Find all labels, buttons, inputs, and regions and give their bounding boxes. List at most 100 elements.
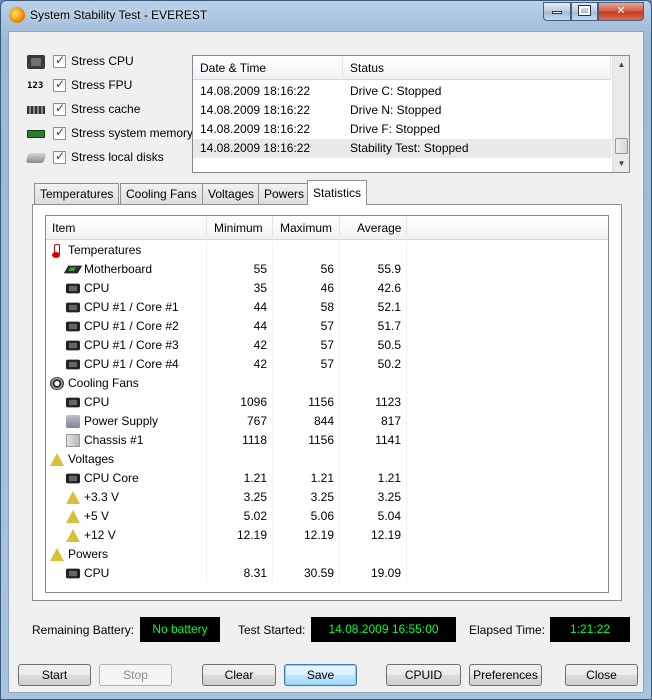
log-column-status[interactable]: Status (343, 56, 611, 80)
minimize-button[interactable] (543, 2, 571, 21)
stress-cpu-checkbox[interactable] (53, 53, 66, 68)
item-label: Cooling Fans (68, 376, 139, 390)
maximum-value: 5.06 (273, 507, 340, 526)
log-column-datetime[interactable]: Date & Time (193, 56, 343, 80)
statistics-group-row[interactable]: Voltages (46, 450, 608, 469)
tab-powers[interactable]: Powers (258, 183, 311, 204)
minimum-value: 44 (207, 298, 273, 317)
average-value: 12.19 (340, 526, 407, 545)
column-maximum[interactable]: Maximum (273, 216, 340, 240)
voltage-icon (66, 510, 80, 523)
stress-fpu-option[interactable]: 123 Stress FPU (27, 77, 197, 97)
stress-memory-checkbox[interactable] (53, 125, 66, 140)
stress-disks-option[interactable]: Stress local disks (25, 149, 197, 169)
stress-memory-label: Stress system memory (71, 126, 194, 140)
cpuid-button[interactable]: CPUID (386, 664, 461, 686)
window-title: System Stability Test - EVEREST (30, 8, 208, 22)
stress-cache-option[interactable]: Stress cache (27, 101, 197, 121)
log-row[interactable]: 14.08.2009 18:16:22 Drive C: Stopped (193, 82, 611, 101)
item-label: CPU (84, 281, 110, 295)
statistics-row[interactable]: Chassis #1 1118 1156 1141 (46, 431, 608, 450)
tab-voltages[interactable]: Voltages (202, 183, 261, 204)
statistics-header: Item Minimum Maximum Average (46, 216, 608, 240)
average-value: 817 (340, 412, 407, 431)
scroll-down-icon[interactable]: ▼ (613, 155, 630, 172)
stress-cache-checkbox[interactable] (53, 101, 66, 116)
average-value (340, 241, 407, 260)
statistics-row[interactable]: CPU 35 46 42.6 (46, 279, 608, 298)
start-button[interactable]: Start (18, 664, 91, 686)
log-row-selected[interactable]: 14.08.2009 18:16:22 Stability Test: Stop… (193, 139, 611, 158)
column-minimum[interactable]: Minimum (207, 216, 273, 240)
minimum-value: 55 (207, 260, 273, 279)
stress-memory-option[interactable]: Stress system memory (27, 125, 197, 145)
tab-temperatures[interactable]: Temperatures (34, 183, 120, 204)
column-average[interactable]: Average (340, 216, 407, 240)
statistics-row[interactable]: CPU #1 / Core #3 42 57 50.5 (46, 336, 608, 355)
column-item[interactable]: Item (46, 216, 207, 240)
status-log-list[interactable]: Date & Time Status 14.08.2009 18:16:22 D… (192, 55, 630, 173)
log-time: 14.08.2009 18:16:22 (200, 103, 311, 117)
average-value: 1.21 (340, 469, 407, 488)
minimum-value: 8.31 (207, 564, 273, 583)
statistics-row[interactable]: CPU #1 / Core #2 44 57 51.7 (46, 317, 608, 336)
statistics-row[interactable]: Motherboard 55 56 55.9 (46, 260, 608, 279)
close-window-button[interactable]: ✕ (598, 2, 644, 21)
item-cell: CPU Core (46, 469, 207, 488)
log-row[interactable]: 14.08.2009 18:16:22 Drive N: Stopped (193, 101, 611, 120)
statistics-group-row[interactable]: Cooling Fans (46, 374, 608, 393)
statistics-row[interactable]: +5 V 5.02 5.06 5.04 (46, 507, 608, 526)
maximum-value: 56 (273, 260, 340, 279)
title-bar[interactable]: System Stability Test - EVEREST ✕ (1, 1, 651, 31)
clear-button[interactable]: Clear (202, 664, 276, 686)
maximum-value: 58 (273, 298, 340, 317)
stress-disks-label: Stress local disks (71, 150, 164, 164)
save-button[interactable]: Save (284, 664, 357, 686)
chip-icon (66, 283, 80, 294)
minimize-icon (552, 11, 562, 14)
maximize-icon (578, 5, 591, 16)
scroll-thumb[interactable] (615, 138, 628, 154)
average-value: 55.9 (340, 260, 407, 279)
stop-button[interactable]: Stop (99, 664, 172, 686)
log-scrollbar[interactable]: ▲ ▼ (612, 56, 629, 172)
maximize-button[interactable] (571, 2, 598, 21)
average-value (340, 450, 407, 469)
test-started-display: 14.08.2009 16:55:00 (311, 617, 456, 642)
minimum-value (207, 545, 273, 564)
chip-icon (66, 302, 80, 313)
chip-icon (66, 568, 80, 579)
item-cell: Chassis #1 (46, 431, 207, 450)
item-label: CPU (84, 395, 110, 409)
scroll-up-icon[interactable]: ▲ (613, 56, 630, 73)
item-cell: +3.3 V (46, 488, 207, 507)
close-button[interactable]: Close (565, 664, 638, 686)
preferences-button[interactable]: Preferences (469, 664, 542, 686)
statistics-row[interactable]: CPU Core 1.21 1.21 1.21 (46, 469, 608, 488)
statistics-group-row[interactable]: Temperatures (46, 241, 608, 260)
statistics-row[interactable]: +3.3 V 3.25 3.25 3.25 (46, 488, 608, 507)
chip-icon (66, 397, 80, 408)
maximum-value: 1156 (273, 393, 340, 412)
statistics-row[interactable]: CPU #1 / Core #1 44 58 52.1 (46, 298, 608, 317)
statistics-list[interactable]: Item Minimum Maximum Average Temperature… (45, 215, 609, 593)
minimum-value (207, 450, 273, 469)
statistics-row[interactable]: CPU #1 / Core #4 42 57 50.2 (46, 355, 608, 374)
stress-fpu-checkbox[interactable] (53, 77, 66, 92)
average-value: 51.7 (340, 317, 407, 336)
stress-cpu-option[interactable]: Stress CPU (27, 53, 197, 73)
minimum-value: 35 (207, 279, 273, 298)
statistics-row[interactable]: CPU 1096 1156 1123 (46, 393, 608, 412)
item-cell: CPU #1 / Core #2 (46, 317, 207, 336)
item-cell: CPU #1 / Core #1 (46, 298, 207, 317)
stress-disks-checkbox[interactable] (53, 149, 66, 164)
statistics-row[interactable]: CPU 8.31 30.59 19.09 (46, 564, 608, 583)
elapsed-time-label: Elapsed Time: (469, 623, 546, 637)
tab-statistics[interactable]: Statistics (307, 180, 368, 205)
log-row[interactable]: 14.08.2009 18:16:22 Drive F: Stopped (193, 120, 611, 139)
voltage-icon (50, 453, 64, 466)
statistics-row[interactable]: +12 V 12.19 12.19 12.19 (46, 526, 608, 545)
statistics-group-row[interactable]: Powers (46, 545, 608, 564)
tab-cooling-fans[interactable]: Cooling Fans (120, 183, 203, 204)
statistics-row[interactable]: Power Supply 767 844 817 (46, 412, 608, 431)
